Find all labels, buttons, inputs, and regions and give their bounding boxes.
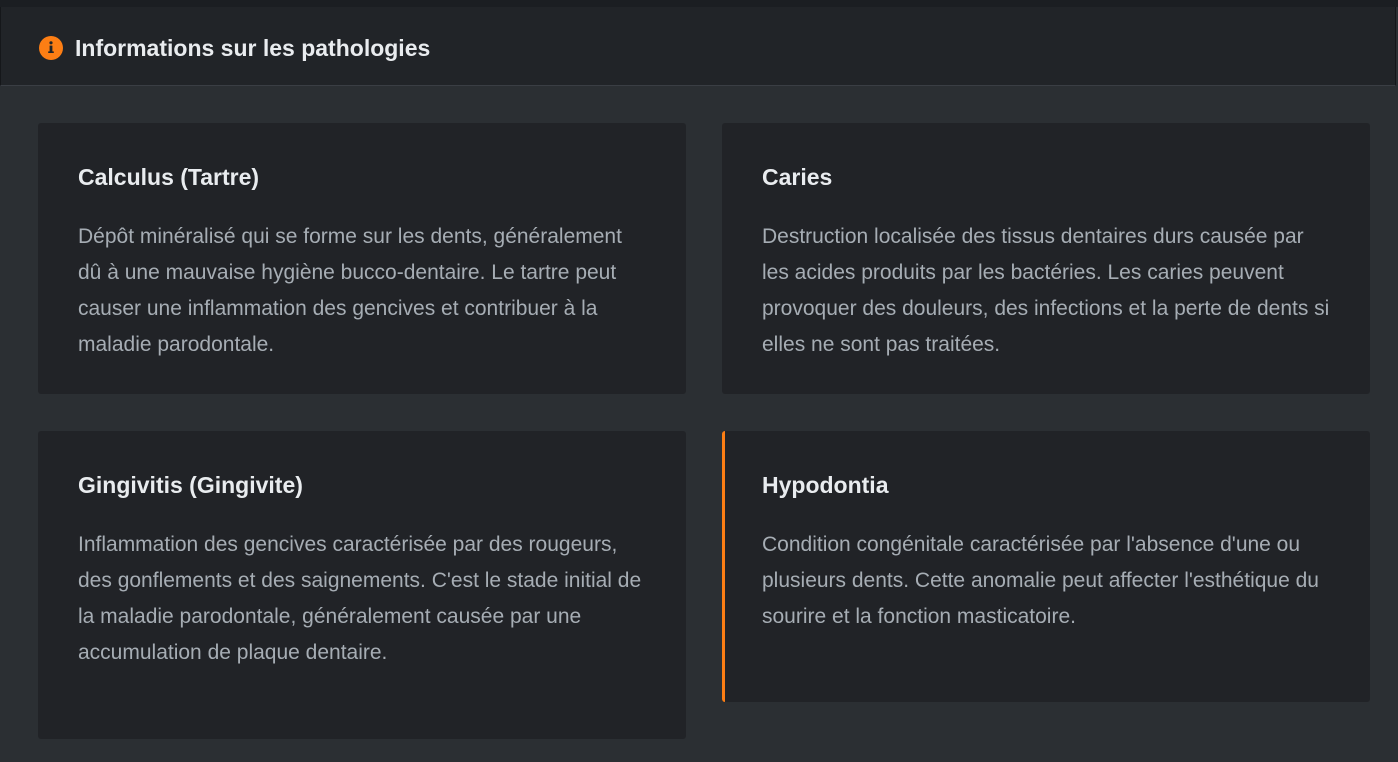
card-description: Inflammation des gencives caractérisée p… (78, 533, 642, 664)
pathology-card-gingivitis: Gingivitis (Gingivite) Inflammation des … (38, 431, 686, 739)
pathology-card-hypodontia: Hypodontia Condition congénitale caracté… (722, 431, 1370, 702)
pathology-card-caries: Caries Destruction localisée des tissus … (722, 123, 1370, 394)
card-title: Hypodontia (762, 472, 889, 498)
card-title: Caries (762, 164, 833, 190)
panel-header: Informations sur les pathologies (0, 7, 1396, 86)
page-title: Informations sur les pathologies (75, 35, 431, 61)
card-description: Dépôt minéralisé qui se forme sur les de… (78, 225, 622, 356)
top-strip (0, 0, 1398, 7)
card-description: Destruction localisée des tissus dentair… (762, 225, 1330, 356)
info-icon (39, 36, 63, 60)
pathology-card-calculus: Calculus (Tartre) Dépôt minéralisé qui s… (38, 123, 686, 394)
card-title: Gingivitis (Gingivite) (78, 472, 303, 498)
card-description: Condition congénitale caractérisée par l… (762, 533, 1319, 628)
card-title: Calculus (Tartre) (78, 164, 260, 190)
